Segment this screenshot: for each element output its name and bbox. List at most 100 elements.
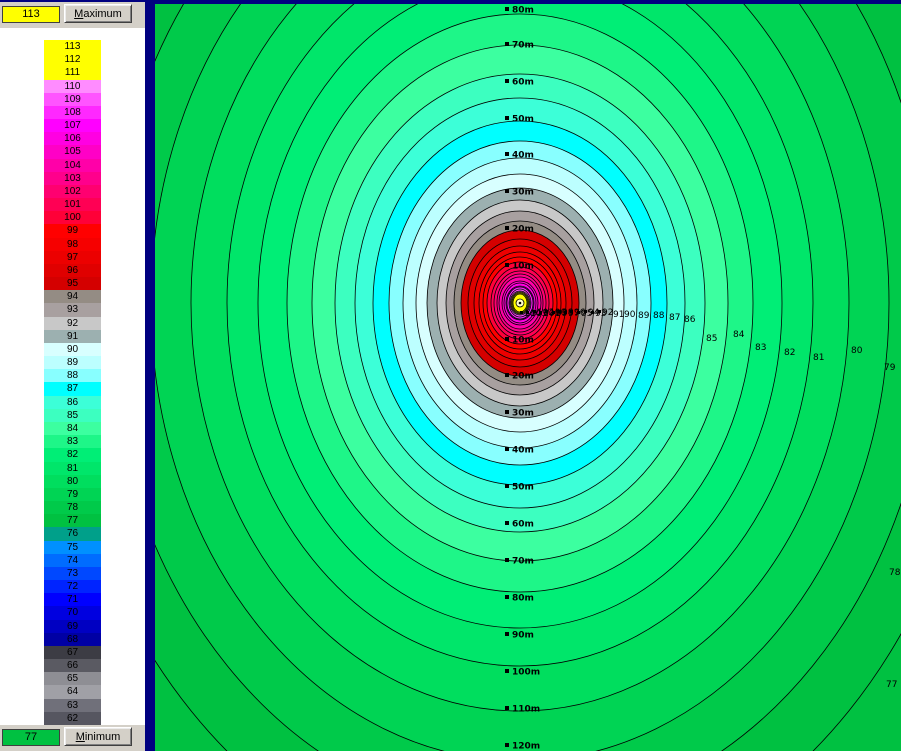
axis-tick-marker [505,669,509,673]
axis-label: 40m [512,151,534,161]
scale-row-99: 99 [44,224,101,237]
scale-row-63: 63 [44,699,101,712]
axis-label: 10m [512,336,534,346]
contour-label: 92 [602,308,613,318]
scale-row-67: 67 [44,646,101,659]
scale-row-72: 72 [44,580,101,593]
contour-label-marker [539,311,542,314]
contour-label: 80 [851,346,863,356]
scale-row-87: 87 [44,382,101,395]
contour-label: 91 [613,310,624,320]
axis-label: 40m [512,446,534,456]
contour-label: 85 [706,334,717,344]
contour-label-marker [584,310,587,313]
contour-label: 83 [755,343,766,353]
scale-row-111: 111 [44,66,101,79]
contour-label-marker [520,311,523,314]
contour-label: 78 [889,568,901,578]
color-scale: 1131121111101091081071061051041031021011… [44,40,101,725]
scale-row-88: 88 [44,369,101,382]
axis-tick-marker [505,595,509,599]
axis-label: 20m [512,372,534,382]
axis-label: 50m [512,483,534,493]
scale-row-112: 112 [44,53,101,66]
scale-row-89: 89 [44,356,101,369]
axis-label: 120m [512,742,540,751]
scale-row-84: 84 [44,422,101,435]
contour-label-marker [533,310,536,313]
scale-row-81: 81 [44,462,101,475]
axis-label: 110m [512,705,540,715]
axis-tick-marker [505,79,509,83]
scale-row-75: 75 [44,541,101,554]
axis-label: 100m [512,668,540,678]
axis-tick-marker [505,152,509,156]
minimum-button-label: Minimum [65,729,131,745]
scale-row-90: 90 [44,343,101,356]
scale-row-101: 101 [44,198,101,211]
scale-row-83: 83 [44,435,101,448]
source-dot [519,302,522,305]
axis-label: 50m [512,115,534,125]
minimum-button[interactable]: Minimum [64,727,132,746]
scale-row-78: 78 [44,501,101,514]
scale-row-71: 71 [44,593,101,606]
maximum-button-label: Maximum [65,6,131,22]
scale-row-104: 104 [44,159,101,172]
scale-row-82: 82 [44,448,101,461]
axis-tick-marker [505,116,509,120]
scale-row-92: 92 [44,317,101,330]
axis-tick-marker [505,743,509,747]
scale-row-73: 73 [44,567,101,580]
axis-tick-marker [505,189,509,193]
contour-label: 84 [733,330,745,340]
legend-panel-bottom-bar: 77 Minimum [0,725,145,751]
scale-row-70: 70 [44,606,101,619]
scale-row-77: 77 [44,514,101,527]
contour-label: 81 [813,353,824,363]
min-value-box[interactable]: 77 [2,729,60,746]
scale-row-80: 80 [44,475,101,488]
contour-label-marker [558,310,561,313]
contour-label: 90 [624,310,636,320]
axis-tick-marker [505,484,509,488]
scale-row-107: 107 [44,119,101,132]
axis-label: 70m [512,41,534,51]
map-area[interactable]: 80m70m60m50m40m30m20m10m10m20m30m40m50m6… [155,4,901,751]
axis-label: 10m [512,262,534,272]
contour-label-marker [577,311,580,314]
max-value-box[interactable]: 113 [2,6,60,23]
axis-tick-marker [505,226,509,230]
axis-label: 70m [512,557,534,567]
scale-row-100: 100 [44,211,101,224]
scale-row-95: 95 [44,277,101,290]
scale-row-66: 66 [44,659,101,672]
contour-label-marker [564,311,567,314]
contour-label: 79 [884,363,896,373]
scale-row-62: 62 [44,712,101,725]
contour-label: 86 [684,315,696,325]
scale-row-74: 74 [44,554,101,567]
contour-label: 87 [669,313,680,323]
contour-label: 77 [886,680,897,690]
contour-label: 89 [638,311,650,321]
scale-row-64: 64 [44,685,101,698]
contour-label-marker [570,310,573,313]
axis-label: 80m [512,594,534,604]
maximum-button[interactable]: Maximum [64,4,132,23]
contour-label-marker [552,311,555,314]
scale-row-108: 108 [44,106,101,119]
axis-label: 30m [512,188,534,198]
scale-row-98: 98 [44,238,101,251]
axis-tick-marker [505,263,509,267]
scale-row-105: 105 [44,145,101,158]
contour-label: 82 [784,348,795,358]
scale-row-110: 110 [44,80,101,93]
scale-row-86: 86 [44,396,101,409]
contour-label: 88 [653,311,665,321]
axis-tick-marker [505,410,509,414]
scale-row-85: 85 [44,409,101,422]
scale-row-69: 69 [44,620,101,633]
contour-label-marker [591,311,594,314]
axis-label: 20m [512,225,534,235]
